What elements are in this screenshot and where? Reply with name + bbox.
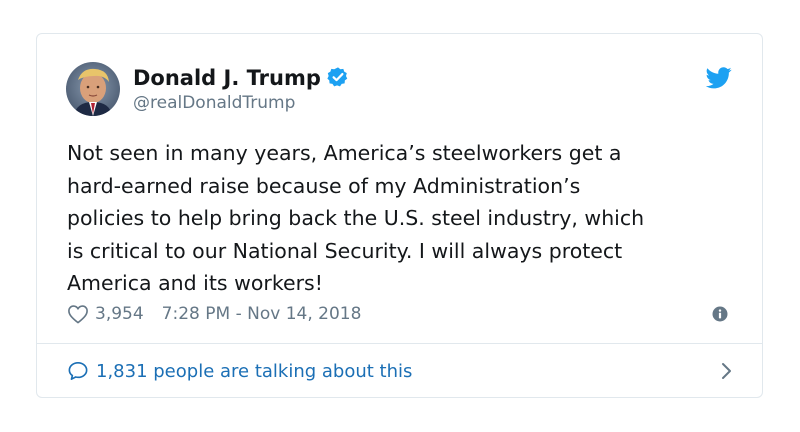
like-count[interactable]: 3,954 [95, 304, 144, 324]
avatar[interactable] [66, 62, 120, 116]
tweet-text: Not seen in many years, America’s steelw… [67, 141, 645, 295]
heart-icon[interactable] [67, 304, 89, 324]
tweet-meta-row: 3,954 7:28 PM - Nov 14, 2018 [67, 302, 361, 326]
card-divider [37, 343, 762, 344]
conversation-link[interactable]: 1,831 people are talking about this [67, 358, 732, 384]
info-icon[interactable] [712, 306, 728, 322]
verified-badge-icon [327, 66, 349, 88]
author-name-text[interactable]: Donald J. Trump [133, 66, 321, 90]
conversation-label[interactable]: 1,831 people are talking about this [96, 361, 412, 382]
speech-bubble-icon [67, 361, 89, 381]
tweet-embed-card: Donald J. Trump @realDonaldTrump Not see… [36, 33, 763, 398]
chevron-right-icon[interactable] [720, 362, 732, 380]
author-handle[interactable]: @realDonaldTrump [133, 92, 295, 114]
tweet-timestamp[interactable]: 7:28 PM - Nov 14, 2018 [162, 304, 362, 324]
twitter-bird-icon[interactable] [705, 67, 732, 89]
author-name[interactable]: Donald J. Trump [133, 65, 349, 91]
